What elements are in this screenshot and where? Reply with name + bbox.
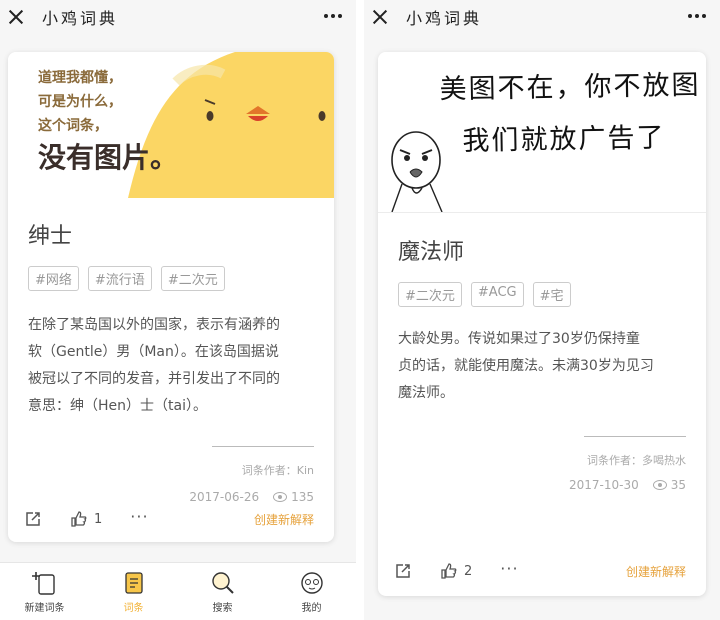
tab-entries[interactable]: 词条: [89, 563, 178, 620]
view-count: 135: [291, 490, 314, 504]
description-line: 被冠以了不同的发音，并引发出了不同的: [28, 371, 280, 387]
banner-line: 可是为什么，: [38, 94, 122, 110]
description-line: 软（Gentle）男（Man）。在该岛国据说: [28, 344, 279, 360]
description-line: 意思：绅（Hen）士（tai）。: [28, 398, 207, 414]
tag-list: #网络 #流行语 #二次元: [28, 266, 225, 291]
description-line: 在除了某岛国以外的国家，表示有涵养的: [28, 317, 280, 333]
tab-profile[interactable]: 我的: [267, 563, 356, 620]
tag[interactable]: #二次元: [398, 282, 462, 307]
screen-divider: [356, 0, 364, 620]
tag[interactable]: #网络: [28, 266, 79, 291]
more-options-button[interactable]: ···: [500, 559, 518, 578]
image-divider: [378, 212, 706, 213]
tag[interactable]: #流行语: [87, 266, 152, 291]
share-icon: [26, 512, 40, 526]
banner-line-large: 没有图片。: [38, 141, 179, 174]
create-explanation-link[interactable]: 创建新解释: [254, 511, 314, 528]
author-divider: [212, 446, 314, 447]
entry-date: 2017-06-26: [189, 490, 260, 504]
thumbs-up-icon: [71, 511, 87, 527]
entry-author: 词条作者：多喝热水: [587, 454, 686, 467]
meme-text: 美图不在，你不放图 我们就放广告了: [439, 60, 702, 169]
share-button[interactable]: [24, 510, 42, 528]
profile-icon: [300, 571, 323, 594]
action-bar: 2 ··· 创建新解释: [394, 559, 686, 580]
action-bar: 1 ··· 创建新解释: [24, 507, 314, 528]
entry-meta: 2017-06-26 135: [189, 490, 314, 504]
banner-text: 道理我都懂， 可是为什么， 这个词条， 没有图片。: [38, 66, 178, 178]
tab-bar: 新建词条 词条 搜索 我的: [0, 562, 356, 620]
tab-label: 新建词条: [24, 602, 65, 614]
share-icon: [396, 564, 410, 578]
description-line: 魔法师。: [398, 385, 454, 401]
tag[interactable]: #二次元: [160, 266, 225, 291]
new-entry-icon: [31, 571, 55, 595]
share-button[interactable]: [394, 562, 412, 580]
entry-word: 魔法师: [398, 240, 465, 265]
like-button[interactable]: 1: [70, 510, 102, 528]
meme-line: 美图不在，你不放图: [439, 69, 701, 106]
view-count: 35: [670, 478, 686, 492]
tab-label: 词条: [123, 602, 144, 614]
search-icon: [211, 571, 234, 594]
description-line: 贞的话，就能使用魔法。未满30岁为见习: [398, 358, 654, 374]
entry-card[interactable]: 美图不在，你不放图 我们就放广告了 魔法师 #二次元 #ACG #宅 大龄处男。…: [378, 52, 706, 596]
more-menu-icon[interactable]: [324, 14, 342, 18]
like-button[interactable]: 2: [440, 562, 472, 580]
tab-new-entry[interactable]: 新建词条: [0, 563, 89, 620]
entry-word: 绅士: [28, 224, 73, 249]
top-bar: 小鸡词典: [364, 0, 720, 34]
eye-icon: [273, 492, 288, 502]
banner-line: 道理我都懂，: [38, 70, 122, 86]
create-explanation-link[interactable]: 创建新解释: [626, 563, 686, 580]
entry-card[interactable]: 道理我都懂， 可是为什么， 这个词条， 没有图片。 绅士 #网络 #流行语 #二…: [8, 52, 334, 542]
no-image-banner: 道理我都懂， 可是为什么， 这个词条， 没有图片。: [8, 52, 334, 198]
tag[interactable]: #宅: [532, 282, 571, 307]
tab-label: 搜索: [212, 602, 233, 614]
app-title: 小鸡词典: [406, 9, 483, 28]
tab-search[interactable]: 搜索: [178, 563, 267, 620]
tab-label: 我的: [301, 602, 322, 614]
entries-icon: [124, 571, 143, 594]
tag-list: #二次元 #ACG #宅: [398, 282, 571, 307]
thumbs-up-icon: [441, 563, 457, 579]
meme-line: 我们就放广告了: [462, 122, 666, 157]
description-line: 大龄处男。传说如果过了30岁仍保持童: [398, 331, 640, 347]
more-menu-icon[interactable]: [688, 14, 706, 18]
top-bar: 小鸡词典: [0, 0, 356, 34]
screen-left: 小鸡词典 道理我都懂， 可是为什么， 这个词条， 没有图片。 绅士 #网络 #流…: [0, 0, 356, 620]
entry-date: 2017-10-30: [568, 478, 639, 492]
more-options-button[interactable]: ···: [130, 507, 148, 526]
entry-description: 大龄处男。传说如果过了30岁仍保持童 贞的话，就能使用魔法。未满30岁为见习 魔…: [398, 326, 654, 407]
author-divider: [584, 436, 686, 437]
entry-description: 在除了某岛国以外的国家，表示有涵养的 软（Gentle）男（Man）。在该岛国据…: [28, 312, 280, 420]
like-count: 1: [94, 511, 103, 527]
banner-line: 这个词条，: [38, 118, 108, 134]
screen-right: 小鸡词典 美图不在，你不放图 我们就放广告了 魔法师 #二次元 #ACG #宅 …: [364, 0, 720, 620]
like-count: 2: [464, 563, 473, 579]
tag[interactable]: #ACG: [470, 282, 524, 307]
app-title: 小鸡词典: [42, 9, 119, 28]
eye-icon: [652, 480, 667, 490]
meme-banner: 美图不在，你不放图 我们就放广告了: [378, 52, 706, 212]
entry-meta: 2017-10-30 35: [569, 478, 686, 492]
close-icon[interactable]: [372, 9, 388, 25]
entry-author: 词条作者：Kin: [241, 464, 314, 477]
close-icon[interactable]: [8, 9, 24, 25]
